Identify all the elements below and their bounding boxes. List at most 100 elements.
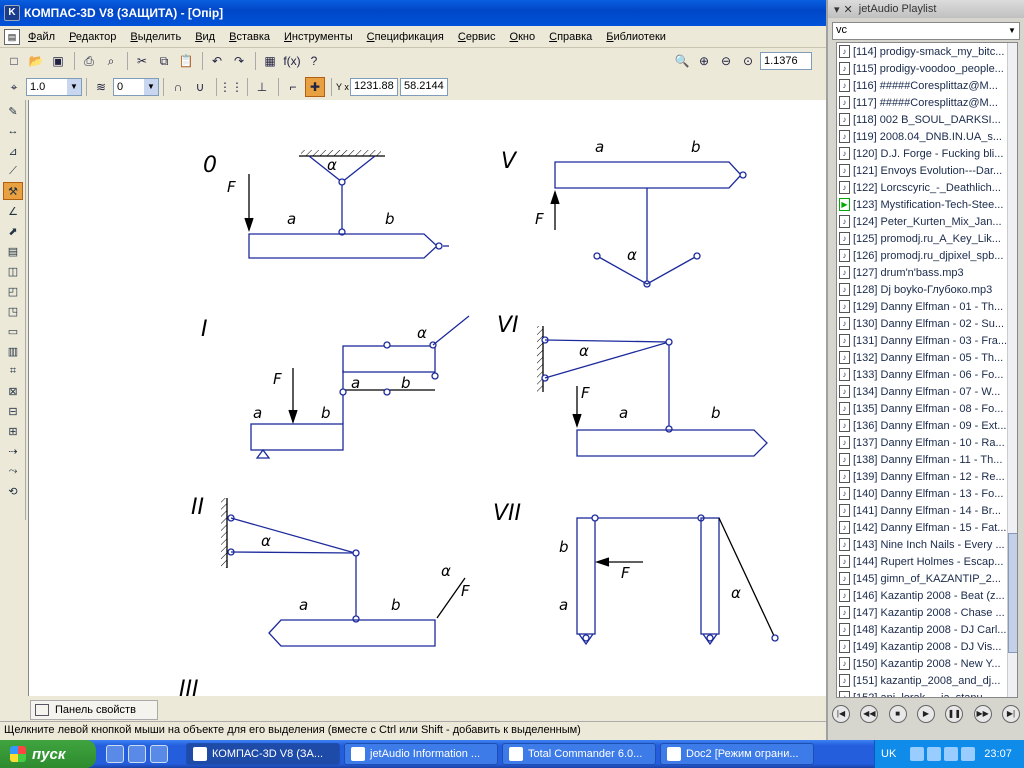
task-jetaudio[interactable]: jetAudio Information ... bbox=[344, 743, 498, 765]
menu-window[interactable]: Окно bbox=[510, 31, 536, 43]
playlist-item[interactable]: ♪ [119] 2008.04_DNB.IN.UA_s... bbox=[837, 128, 1017, 145]
drawing-canvas[interactable]: 0 V I VI II VII III F a b α F a b α F a … bbox=[28, 100, 826, 696]
task-total-commander[interactable]: Total Commander 6.0... bbox=[502, 743, 656, 765]
tray-volume-icon[interactable] bbox=[944, 747, 959, 761]
menu-specification[interactable]: Спецификация bbox=[367, 31, 444, 43]
manager-icon[interactable]: ▦ bbox=[260, 51, 280, 71]
quicklaunch-ie-icon[interactable] bbox=[150, 745, 168, 763]
zoom-window-icon[interactable]: 🔍 bbox=[672, 51, 692, 71]
playlist-item[interactable]: ♪ [133] Danny Elfman - 06 - Fo... bbox=[837, 366, 1017, 383]
zoom-in-icon[interactable]: ⊕ bbox=[694, 51, 714, 71]
playlist-item[interactable]: ♪ [122] Lorcscyric_-_Deathlich... bbox=[837, 179, 1017, 196]
extra-tool-9-icon[interactable]: ⊞ bbox=[3, 422, 23, 440]
extra-tool-1-icon[interactable]: ◫ bbox=[3, 262, 23, 280]
selection-tool-icon[interactable]: ⬈ bbox=[3, 222, 23, 240]
task-word-doc[interactable]: Doc2 [Режим ограни... bbox=[660, 743, 814, 765]
close-icon[interactable]: ✕ bbox=[844, 3, 853, 16]
coordinate-system-icon[interactable]: ⊥ bbox=[252, 77, 272, 97]
dropdown-icon[interactable]: ▾ bbox=[834, 3, 840, 16]
redo-icon[interactable]: ↷ bbox=[229, 51, 249, 71]
playlist-item[interactable]: ♪ [139] Danny Elfman - 12 - Re... bbox=[837, 468, 1017, 485]
dimensions-tool-icon[interactable]: ↔ bbox=[3, 122, 23, 140]
playlist-item[interactable]: ♪ [129] Danny Elfman - 01 - Th... bbox=[837, 298, 1017, 315]
local-snap-icon[interactable]: ∪ bbox=[190, 77, 210, 97]
playlist-item[interactable]: ♪ [115] prodigy-voodoo_people... bbox=[837, 60, 1017, 77]
open-folder-icon[interactable]: 📂 bbox=[26, 51, 46, 71]
chevron-down-icon[interactable]: ▼ bbox=[67, 79, 81, 95]
extra-tool-2-icon[interactable]: ◰ bbox=[3, 282, 23, 300]
coord-y-field[interactable]: 58.2144 bbox=[400, 78, 448, 96]
playlist-item[interactable]: ♪ [136] Danny Elfman - 09 - Ext... bbox=[837, 417, 1017, 434]
last-track-icon[interactable]: ▶| bbox=[1001, 705, 1020, 723]
zoom-combo[interactable]: 1.1376 bbox=[760, 52, 812, 70]
undo-icon[interactable]: ↶ bbox=[207, 51, 227, 71]
playlist-item[interactable]: ♪ [150] Kazantip 2008 - New Y... bbox=[837, 655, 1017, 672]
ortho-mode-icon[interactable]: ⌐ bbox=[283, 77, 303, 97]
menu-editor[interactable]: Редактор bbox=[69, 31, 116, 43]
playlist-item[interactable]: ♪ [149] Kazantip 2008 - DJ Vis... bbox=[837, 638, 1017, 655]
measure-tool-icon[interactable]: ∠ bbox=[3, 202, 23, 220]
playlist-item[interactable]: ♪ [130] Danny Elfman - 02 - Su... bbox=[837, 315, 1017, 332]
playlist-item[interactable]: ♪ [125] promodj.ru_A_Key_Lik... bbox=[837, 230, 1017, 247]
menu-help[interactable]: Справка bbox=[549, 31, 592, 43]
layers-icon[interactable]: ≋ bbox=[91, 77, 111, 97]
extra-tool-8-icon[interactable]: ⊟ bbox=[3, 402, 23, 420]
menu-service[interactable]: Сервис bbox=[458, 31, 496, 43]
playlist-item[interactable]: ♪ [126] promodj.ru_djpixel_spb... bbox=[837, 247, 1017, 264]
zoom-out-icon[interactable]: ⊖ bbox=[716, 51, 736, 71]
playlist-item[interactable]: ♪ [132] Danny Elfman - 05 - Th... bbox=[837, 349, 1017, 366]
grid-icon[interactable]: ⋮⋮ bbox=[219, 77, 243, 97]
playlist-item[interactable]: ♪ [124] Peter_Kurten_Mix_Jan... bbox=[837, 213, 1017, 230]
tray-security-icon[interactable] bbox=[961, 747, 976, 761]
step-combo[interactable]: 1.0 ▼ bbox=[26, 78, 82, 96]
playlist-item[interactable]: ♪ [120] D.J. Forge - Fucking bli... bbox=[837, 145, 1017, 162]
extra-tool-5-icon[interactable]: ▥ bbox=[3, 342, 23, 360]
playlist-item[interactable]: ♪ [145] gimn_of_KAZANTIP_2... bbox=[837, 570, 1017, 587]
language-indicator[interactable]: UK bbox=[881, 748, 896, 760]
menu-libraries[interactable]: Библиотеки bbox=[606, 31, 666, 43]
extra-tool-7-icon[interactable]: ⊠ bbox=[3, 382, 23, 400]
snap-magnet-icon[interactable]: ∩ bbox=[168, 77, 188, 97]
playlist-item[interactable]: ♪ [142] Danny Elfman - 15 - Fat... bbox=[837, 519, 1017, 536]
save-icon[interactable]: ▣ bbox=[48, 51, 68, 71]
extra-tool-3-icon[interactable]: ◳ bbox=[3, 302, 23, 320]
playlist-item[interactable]: ♪ [121] Envoys Evolution---Dar... bbox=[837, 162, 1017, 179]
playlist-item[interactable]: ♪ [114] prodigy-smack_my_bitc... bbox=[837, 43, 1017, 60]
menu-file[interactable]: Файл bbox=[28, 31, 55, 43]
playlist-item[interactable]: ♪ [137] Danny Elfman - 10 - Ra... bbox=[837, 434, 1017, 451]
playlist-item[interactable]: ♪ [116] #####Coresplittaz@M... bbox=[837, 77, 1017, 94]
variables-fx-icon[interactable]: f(x) bbox=[282, 51, 302, 71]
print-icon[interactable]: ⎙ bbox=[79, 51, 99, 71]
help-pointer-icon[interactable]: ? bbox=[304, 51, 324, 71]
task-kompas[interactable]: КОМПАС-3D V8 (ЗА... bbox=[186, 743, 340, 765]
playlist-item[interactable]: ♪ [151] kazantip_2008_and_dj... bbox=[837, 672, 1017, 689]
layer-combo[interactable]: 0 ▼ bbox=[113, 78, 159, 96]
playlist-item[interactable]: ♪ [140] Danny Elfman - 13 - Fo... bbox=[837, 485, 1017, 502]
print-preview-icon[interactable]: ⌕ bbox=[101, 51, 121, 71]
coord-x-field[interactable]: 1231.88 bbox=[350, 78, 398, 96]
playlist-item[interactable]: ♪ [144] Rupert Holmes - Escap... bbox=[837, 553, 1017, 570]
playlist-item[interactable]: ♪ [147] Kazantip 2008 - Chase ... bbox=[837, 604, 1017, 621]
playlist-item[interactable]: ♪ [131] Danny Elfman - 03 - Fra... bbox=[837, 332, 1017, 349]
playlist-item[interactable]: ♪ [141] Danny Elfman - 14 - Br... bbox=[837, 502, 1017, 519]
rewind-icon[interactable]: ◀◀ bbox=[860, 705, 879, 723]
zoom-scale-icon[interactable]: ⊙ bbox=[738, 51, 758, 71]
playlist-search-input[interactable]: vc ▼ bbox=[832, 22, 1020, 40]
playlist-item[interactable]: ♪ [127] drum'n'bass.mp3 bbox=[837, 264, 1017, 281]
symbols-tool-icon[interactable]: ⊿ bbox=[3, 142, 23, 160]
start-button[interactable]: пуск bbox=[0, 740, 96, 768]
step-cursor-icon[interactable]: ⌖ bbox=[4, 77, 24, 97]
quicklaunch-firefox-icon[interactable] bbox=[128, 745, 146, 763]
menu-tools[interactable]: Инструменты bbox=[284, 31, 353, 43]
extra-tool-4-icon[interactable]: ▭ bbox=[3, 322, 23, 340]
pause-icon[interactable]: ❚❚ bbox=[945, 705, 964, 723]
specification-tool-icon[interactable]: ▤ bbox=[3, 242, 23, 260]
round-mode-icon[interactable]: ✚ bbox=[305, 77, 325, 97]
geometry-tool-icon[interactable]: ✎ bbox=[3, 102, 23, 120]
play-icon[interactable]: ▶ bbox=[916, 705, 935, 723]
playlist-item[interactable]: ♪ [134] Danny Elfman - 07 - W... bbox=[837, 383, 1017, 400]
menu-select[interactable]: Выделить bbox=[130, 31, 181, 43]
extra-tool-10-icon[interactable]: ⇢ bbox=[3, 442, 23, 460]
playlist-item[interactable]: ♪ [143] Nine Inch Nails - Every ... bbox=[837, 536, 1017, 553]
playlist-item[interactable]: ♪ [146] Kazantip 2008 - Beat (z... bbox=[837, 587, 1017, 604]
